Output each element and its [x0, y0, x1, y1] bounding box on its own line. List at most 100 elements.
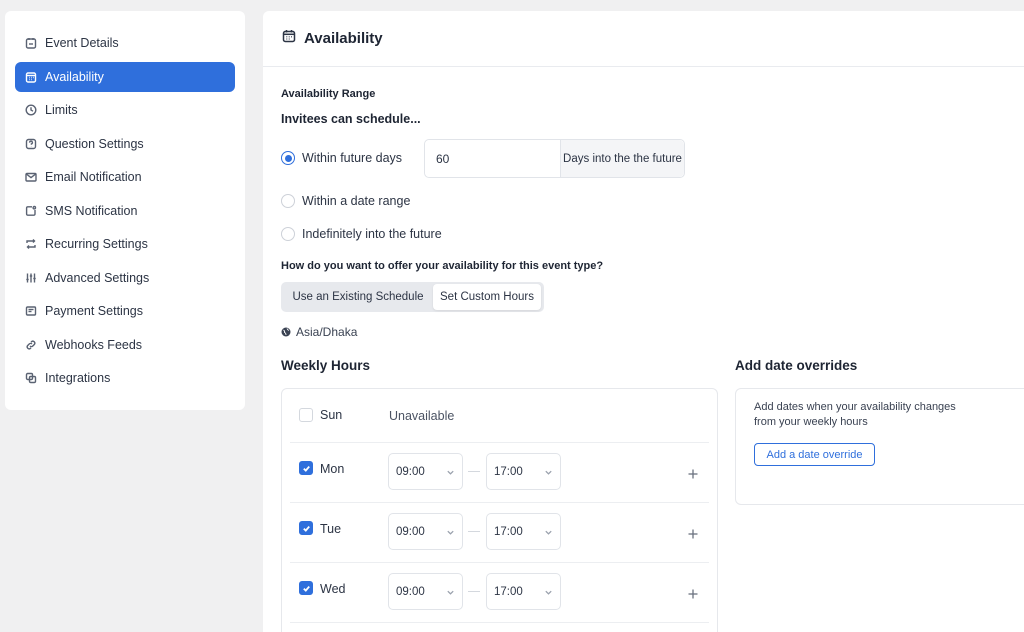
sidebar-item-label: Advanced Settings: [45, 270, 150, 285]
sidebar-item-limits[interactable]: Limits: [15, 95, 235, 125]
sidebar-item-availability[interactable]: Availability: [15, 61, 235, 92]
radio-button[interactable]: [281, 227, 295, 241]
sidebar-item-label: Email Notification: [45, 170, 142, 184]
radio-label: Indefinitely into the future: [302, 227, 442, 241]
date-overrides-title: Add date overrides: [735, 358, 858, 373]
calendar-icon: [24, 37, 37, 50]
availability-range-label: Availability Range: [281, 88, 376, 100]
sidebar-item-sms-notification[interactable]: SMS Notification: [15, 196, 235, 226]
link-icon: [24, 338, 37, 351]
future-days-input[interactable]: [425, 140, 561, 177]
day-name: Tue: [320, 522, 342, 536]
use-existing-schedule-button[interactable]: Use an Existing Schedule: [283, 284, 433, 310]
end-time-select[interactable]: 17:00: [486, 513, 561, 550]
sidebar-item-payment-settings[interactable]: Payment Settings: [15, 296, 235, 326]
start-time-select[interactable]: 09:00: [388, 573, 463, 610]
weekly-hours-title: Weekly Hours: [281, 358, 371, 373]
day-checkbox-tue[interactable]: [299, 521, 313, 535]
invitees-label: Invitees can schedule...: [281, 112, 421, 126]
main-panel: Availability Availability Range Invitees…: [263, 11, 1024, 632]
sidebar-item-integrations[interactable]: Integrations: [15, 363, 235, 393]
start-time-value: 09:00: [396, 525, 425, 538]
mail-icon: [24, 171, 37, 184]
start-time-value: 09:00: [396, 585, 425, 598]
sidebar-item-recurring-settings[interactable]: Recurring Settings: [15, 229, 235, 259]
check-icon: [302, 525, 310, 532]
sidebar-item-label: Integrations: [45, 371, 111, 385]
sliders-icon: [24, 271, 37, 284]
sidebar-item-label: Recurring Settings: [45, 237, 148, 251]
day-row-mon: Mon 09:00 17:00: [290, 443, 709, 503]
sidebar-item-label: SMS Notification: [45, 203, 138, 218]
offer-question: How do you want to offer your availabili…: [281, 260, 604, 272]
day-checkbox-mon[interactable]: [299, 461, 313, 475]
calendar-grid-icon: [282, 29, 296, 48]
chevron-down-icon: [446, 528, 455, 540]
sidebar-item-label: Limits: [45, 103, 78, 117]
integrations-icon: [24, 372, 37, 385]
question-icon: [24, 137, 37, 150]
schedule-mode-toggle: Use an Existing Schedule Set Custom Hour…: [281, 282, 544, 312]
sidebar-item-advanced-settings[interactable]: Advanced Settings: [15, 263, 235, 293]
end-time-select[interactable]: 17:00: [486, 573, 561, 610]
sidebar: Event Details Availability Limits Questi…: [5, 11, 245, 410]
page-header: Availability: [263, 11, 1024, 67]
sidebar-item-label: Payment Settings: [45, 304, 143, 318]
time-separator: [468, 471, 480, 472]
add-date-override-button[interactable]: Add a date override: [754, 443, 875, 466]
radio-button[interactable]: [281, 151, 295, 165]
radio-label: Within a date range: [302, 194, 411, 208]
sidebar-item-question-settings[interactable]: Question Settings: [15, 129, 235, 159]
timezone[interactable]: Asia/Dhaka: [281, 325, 357, 339]
globe-icon: [281, 327, 291, 337]
sidebar-item-label: Event Details: [45, 36, 119, 50]
sidebar-item-label: Availability: [45, 69, 104, 84]
set-custom-hours-button[interactable]: Set Custom Hours: [433, 284, 541, 310]
end-time-select[interactable]: 17:00: [486, 453, 561, 490]
chevron-down-icon: [446, 588, 455, 600]
clock-icon: [24, 104, 37, 117]
days-suffix: Days into the the future: [561, 140, 684, 177]
add-slot-icon[interactable]: [688, 586, 698, 599]
end-time-value: 17:00: [494, 585, 523, 598]
chevron-down-icon: [544, 468, 553, 480]
radio-future-days[interactable]: Within future days: [281, 151, 402, 165]
day-name: Wed: [320, 582, 346, 596]
day-name: Sun: [320, 408, 343, 422]
add-slot-icon[interactable]: [688, 526, 698, 539]
time-separator: [468, 531, 480, 532]
start-time-select[interactable]: 09:00: [388, 453, 463, 490]
sidebar-item-webhooks-feeds[interactable]: Webhooks Feeds: [15, 330, 235, 360]
time-separator: [468, 591, 480, 592]
unavailable-text: Unavailable: [389, 409, 455, 423]
day-row-tue: Tue 09:00 17:00: [290, 503, 709, 563]
weekly-hours-card: Sun Unavailable Mon 09:00 17:00 Tue 09:0…: [281, 388, 718, 632]
end-time-value: 17:00: [494, 465, 523, 478]
chevron-down-icon: [446, 468, 455, 480]
date-overrides-card: Add dates when your availability changes…: [735, 388, 1024, 505]
page-title: Availability: [304, 30, 383, 47]
overrides-description: Add dates when your availability changes…: [754, 401, 956, 428]
chevron-down-icon: [544, 528, 553, 540]
radio-button[interactable]: [281, 194, 295, 208]
day-checkbox-sun[interactable]: [299, 408, 313, 422]
radio-date-range[interactable]: Within a date range: [281, 194, 410, 208]
timezone-label: Asia/Dhaka: [296, 325, 358, 339]
check-icon: [302, 585, 310, 592]
end-time-value: 17:00: [494, 525, 523, 538]
add-slot-icon[interactable]: [688, 466, 698, 479]
sidebar-item-label: Question Settings: [45, 136, 144, 151]
chevron-down-icon: [544, 588, 553, 600]
radio-indefinitely[interactable]: Indefinitely into the future: [281, 227, 442, 241]
start-time-select[interactable]: 09:00: [388, 513, 463, 550]
check-icon: [302, 465, 310, 472]
start-time-value: 09:00: [396, 465, 425, 478]
radio-label: Within future days: [302, 151, 403, 165]
future-days-group: Days into the the future: [424, 139, 685, 178]
repeat-icon: [24, 238, 37, 251]
day-row-wed: Wed 09:00 17:00: [290, 563, 709, 623]
day-checkbox-wed[interactable]: [299, 581, 313, 595]
sidebar-item-event-details[interactable]: Event Details: [15, 28, 235, 58]
payment-icon: [24, 305, 37, 318]
sidebar-item-email-notification[interactable]: Email Notification: [15, 162, 235, 192]
